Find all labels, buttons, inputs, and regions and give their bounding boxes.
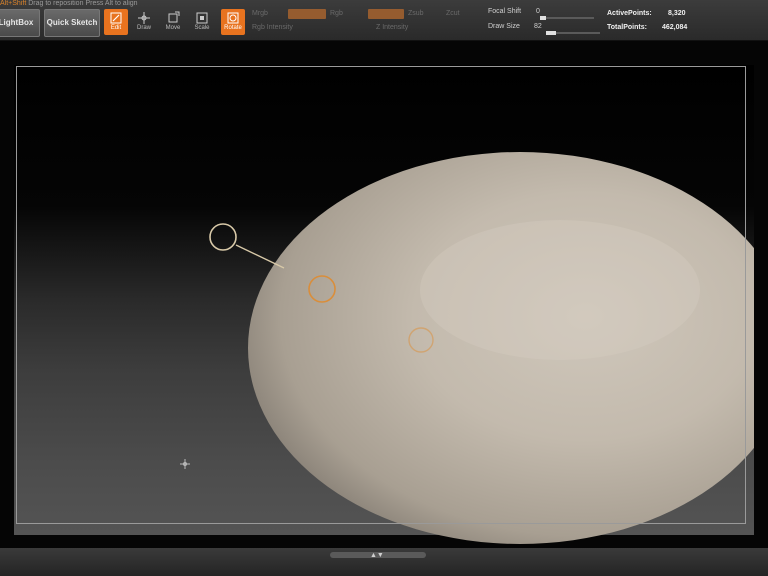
- collapse-arrows-icon[interactable]: ▲▼: [370, 552, 384, 559]
- document-frame: [16, 66, 746, 524]
- bottom-bar: ▲▼: [0, 548, 768, 576]
